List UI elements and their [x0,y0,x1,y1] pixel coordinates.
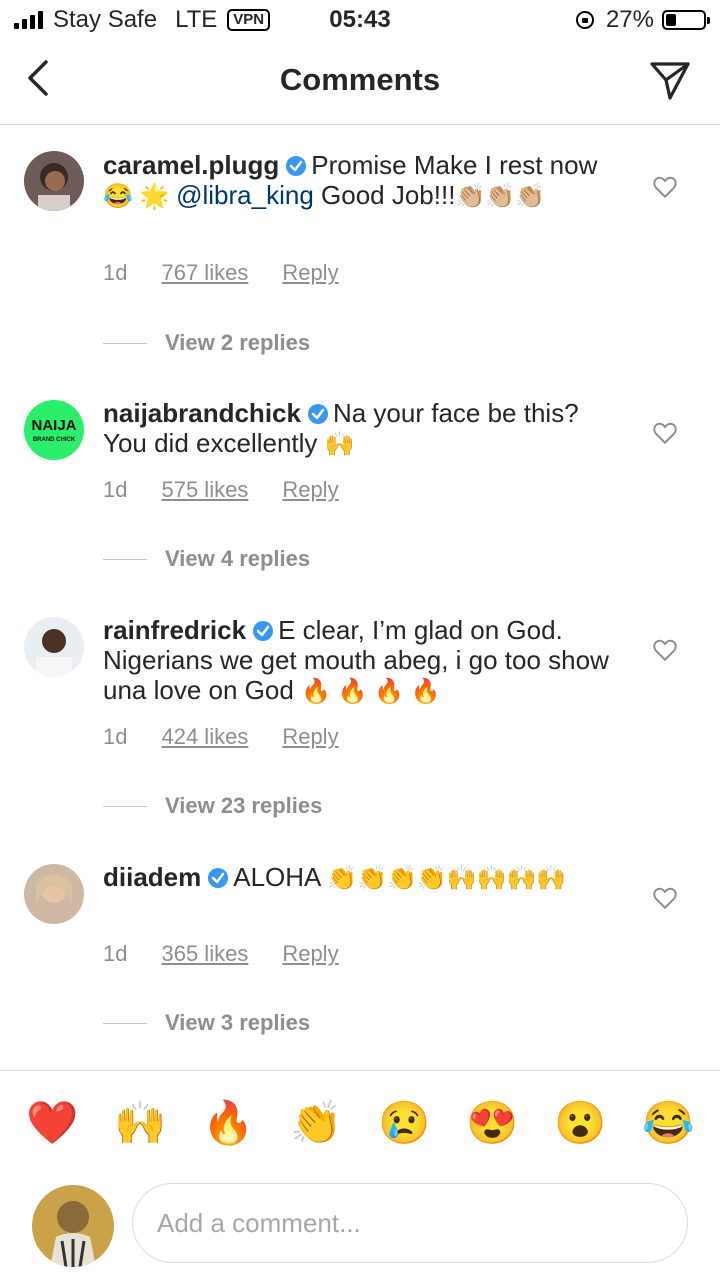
reply-button[interactable]: Reply [282,941,338,967]
share-button[interactable] [646,56,694,104]
comment-username[interactable]: naijabrandchick [103,398,301,428]
likes-count[interactable]: 365 likes [161,941,248,967]
like-comment-button[interactable] [652,174,678,200]
user-photo-icon [24,864,84,924]
back-button[interactable] [18,56,62,100]
comment-meta: 1d 767 likes Reply [103,260,339,286]
comment-username[interactable]: caramel.plugg [103,150,279,180]
comment-emojis: 😂 🌟 [103,183,177,210]
comment-age: 1d [103,477,128,502]
user-photo-icon [24,151,84,211]
emoji-raised-hands-button[interactable]: 🙌 [114,1097,166,1149]
likes-count[interactable]: 575 likes [161,477,248,503]
battery-level [666,14,676,26]
emoji-clap-button[interactable]: 👏 [290,1097,342,1149]
comment-emojis: 👏👏👏👏🙌🙌🙌🙌 [327,865,567,892]
emoji-surprised-button[interactable]: 😮 [554,1097,606,1149]
heart-outline-icon [653,176,677,198]
view-replies-button[interactable]: View 3 replies [103,1010,310,1036]
view-replies-label: View 23 replies [165,793,323,818]
comment-meta: 1d 575 likes Reply [103,477,339,503]
brand-logo-avatar: NAIJA BRAND CHICK [24,400,84,460]
verified-badge-icon [208,868,229,888]
emoji-cry-button[interactable]: 😢 [378,1097,430,1149]
current-user-avatar [32,1185,114,1267]
heart-outline-icon [653,422,677,444]
status-bar-right: 27% [575,6,710,34]
likes-count[interactable]: 424 likes [161,724,248,750]
comment-age: 1d [103,260,128,285]
comment-age: 1d [103,941,128,966]
header: Comments [0,40,720,125]
comment-age: 1d [103,724,128,749]
divider [103,1022,147,1024]
comment-meta: 1d 424 likes Reply [103,724,339,750]
comment-meta: 1d 365 likes Reply [103,941,339,967]
verified-badge-icon [286,156,307,176]
user-photo-icon [32,1185,114,1267]
comment-body-end: Good Job!!! [313,180,456,210]
view-replies-label: View 3 replies [165,1010,311,1035]
emoji-heart-eyes-button[interactable]: 😍 [466,1097,518,1149]
like-comment-button[interactable] [652,637,678,663]
battery-icon [662,10,710,30]
avatar-logo-subtext: BRAND CHICK [33,437,76,443]
user-photo-icon [24,617,84,677]
battery-percent: 27% [605,6,654,33]
reply-button[interactable]: Reply [282,477,338,503]
likes-count[interactable]: 767 likes [161,260,248,286]
comment-emojis: 🙌 [324,431,355,458]
reply-button[interactable]: Reply [282,260,338,286]
comment-text: diiadem ALOHA 👏👏👏👏🙌🙌🙌🙌 [103,862,613,894]
emoji-laugh-button[interactable]: 😂 [642,1097,694,1149]
view-replies-label: View 2 replies [165,330,311,355]
verified-badge-icon [307,404,328,424]
comment-emojis: 🔥 🔥 🔥 🔥 [301,678,441,705]
comment-input[interactable] [132,1183,688,1263]
mention-link[interactable]: @libra_king [176,180,314,210]
view-replies-button[interactable]: View 23 replies [103,793,322,819]
view-replies-button[interactable]: View 4 replies [103,546,310,572]
emoji-quick-bar: ❤️ 🙌 🔥 👏 😢 😍 😮 😂 [0,1070,720,1176]
like-comment-button[interactable] [652,885,678,911]
comment-username[interactable]: rainfredrick [103,615,246,645]
heart-outline-icon [653,887,677,909]
divider [103,558,147,560]
verified-badge-icon [253,621,274,641]
avatar[interactable] [24,864,84,924]
comment-text: rainfredrick E clear, I’m glad on God. Ni… [103,615,613,707]
like-comment-button[interactable] [652,420,678,446]
emoji-heart-button[interactable]: ❤️ [26,1097,78,1149]
comment-composer [0,1175,720,1280]
comment-body: ALOHA [233,862,328,892]
avatar[interactable]: NAIJA BRAND CHICK [24,400,84,460]
avatar[interactable] [24,151,84,211]
avatar[interactable] [24,617,84,677]
heart-outline-icon [653,639,677,661]
comment-text: naijabrandchick Na your face be this? You… [103,398,613,460]
paper-plane-icon [650,62,690,100]
comment-body: Promise Make I rest now [311,150,598,180]
comment-text: caramel.plugg Promise Make I rest now 😂 🌟… [103,150,613,212]
view-replies-button[interactable]: View 2 replies [103,330,310,356]
comment-emojis-end: 👏🏼👏🏼👏🏼 [455,183,546,210]
divider [103,805,147,807]
chevron-left-icon [28,60,48,96]
avatar-logo-text: NAIJA [31,417,76,434]
comment-username[interactable]: diiadem [103,862,201,892]
status-bar: Stay Safe LTE VPN 05:43 27% [0,0,720,40]
rotation-lock-icon [575,11,594,29]
page-title: Comments [279,62,441,97]
emoji-fire-button[interactable]: 🔥 [202,1097,254,1149]
divider [103,342,147,344]
view-replies-label: View 4 replies [165,546,311,571]
reply-button[interactable]: Reply [282,724,338,750]
